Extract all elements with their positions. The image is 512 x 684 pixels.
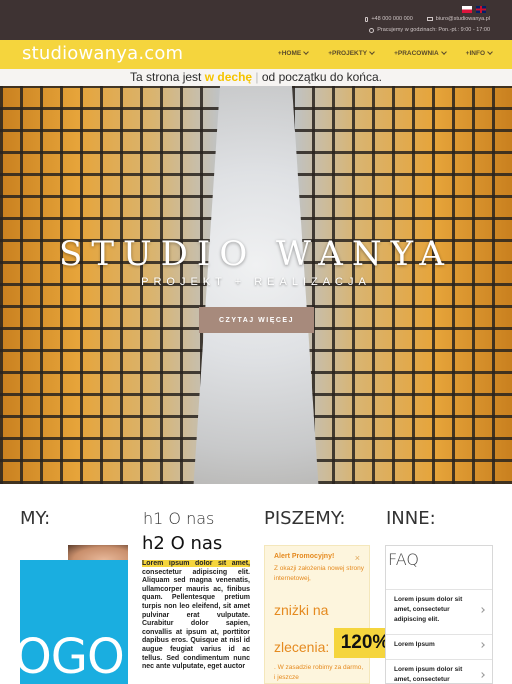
nav-item-info[interactable]: +INFO <box>465 49 493 57</box>
nav-item-projekty[interactable]: +PROJEKTY <box>328 49 375 57</box>
section-title-inne: INNE: <box>386 508 436 529</box>
faq-title: FAQ <box>388 550 419 569</box>
contact-info: +48 000 000 000 biuro@studiowanya.pl <box>365 16 490 22</box>
ad-banner-photo <box>68 545 128 560</box>
top-bar: +48 000 000 000 biuro@studiowanya.pl Pra… <box>0 0 512 40</box>
nav-menu: +HOME +PROJEKTY +PRACOWNIA +INFO <box>277 49 493 57</box>
chevron-down-icon <box>440 49 447 55</box>
promo-note: . W zasadzie robimy za darmo, i jeszcze <box>274 664 364 681</box>
about-text-body: consectetur adipiscing elit. Aliquam sed… <box>142 568 250 671</box>
nav-item-label: +PRACOWNIA <box>394 50 439 57</box>
chevron-right-icon <box>479 607 485 613</box>
nav-item-home[interactable]: +HOME <box>277 49 310 57</box>
phone-contact[interactable]: +48 000 000 000 <box>365 16 413 22</box>
faq-item-label: Lorem ipsum dolor sit amet, consectetur <box>394 666 463 683</box>
language-switcher <box>462 6 486 13</box>
heading-h2-onas: h2 O nas <box>142 533 223 554</box>
site-logo[interactable]: studiowanya.com <box>22 43 183 64</box>
chevron-down-icon <box>487 49 493 55</box>
promo-discount-label: zniżki na <box>274 602 329 618</box>
read-more-button[interactable]: CZYTAJ WIĘCEJ <box>199 307 314 333</box>
nav-item-label: +INFO <box>465 50 485 57</box>
ad-banner-text: OGO <box>20 629 125 684</box>
email-text: biuro@studiowanya.pl <box>435 16 490 22</box>
faq-item-label: Lorem Ipsum <box>394 641 435 648</box>
promo-text: Z okazji założenia nowej strony internet… <box>274 565 364 582</box>
polish-flag-icon[interactable] <box>462 6 472 13</box>
hero-subtitle: PROJEKT + REALIZACJA <box>141 276 371 288</box>
nav-item-label: +HOME <box>277 50 302 57</box>
hours-text: Pracujemy w godzinach: Pon.-pt.: 9:00 - … <box>377 27 490 33</box>
phone-text: +48 000 000 000 <box>371 16 413 22</box>
tagline-bar: Ta strona jest w dechę | od początku do … <box>0 69 512 86</box>
email-contact[interactable]: biuro@studiowanya.pl <box>426 16 490 22</box>
chevron-right-icon <box>479 672 485 678</box>
promo-alert: Alert Promocyjny! × Z okazji założenia n… <box>264 545 370 684</box>
english-flag-icon[interactable] <box>476 6 486 13</box>
close-icon[interactable]: × <box>355 553 360 563</box>
faq-item[interactable]: Lorem Ipsum <box>386 634 492 655</box>
chevron-right-icon <box>479 642 485 648</box>
phone-icon <box>365 16 369 22</box>
tagline-highlight: w dechę <box>204 70 253 84</box>
clock-icon <box>369 27 375 33</box>
faq-widget: FAQ Lorem ipsum dolor sit amet, consecte… <box>385 545 493 684</box>
about-text: Lorem ipsum dolor sit amet, consectetur … <box>142 560 250 684</box>
promo-orders-label: zlecenia: <box>274 639 330 655</box>
faq-item[interactable]: Lorem ipsum dolor sit amet, consectetur … <box>386 589 492 630</box>
mail-icon <box>426 17 433 21</box>
hero-banner: STUDIO WANYA PROJEKT + REALIZACJA CZYTAJ… <box>0 86 512 484</box>
faq-item-label: Lorem ipsum dolor sit amet, consectetur … <box>394 596 463 623</box>
nav-item-label: +PROJEKTY <box>328 50 368 57</box>
about-text-highlight: Lorem ipsum dolor sit amet, <box>142 560 250 567</box>
promo-title: Alert Promocyjny! <box>274 553 335 560</box>
heading-h1-onas: h1 O nas <box>143 509 215 528</box>
chevron-down-icon <box>369 49 375 55</box>
ad-banner[interactable]: OGO <box>20 545 128 684</box>
hero-title: STUDIO WANYA <box>59 234 453 274</box>
working-hours: Pracujemy w godzinach: Pon.-pt.: 9:00 - … <box>369 27 490 35</box>
tagline-text: Ta strona jest <box>130 70 205 84</box>
tagline-text-end: od początku do końca. <box>258 70 382 84</box>
faq-item[interactable]: Lorem ipsum dolor sit amet, consectetur <box>386 659 492 683</box>
section-title-my: MY: <box>20 508 51 529</box>
main-navigation: studiowanya.com +HOME +PROJEKTY +PRACOWN… <box>0 40 512 69</box>
chevron-down-icon <box>303 49 310 55</box>
nav-item-pracownia[interactable]: +PRACOWNIA <box>394 49 447 57</box>
section-title-piszemy: PISZEMY: <box>264 508 346 529</box>
